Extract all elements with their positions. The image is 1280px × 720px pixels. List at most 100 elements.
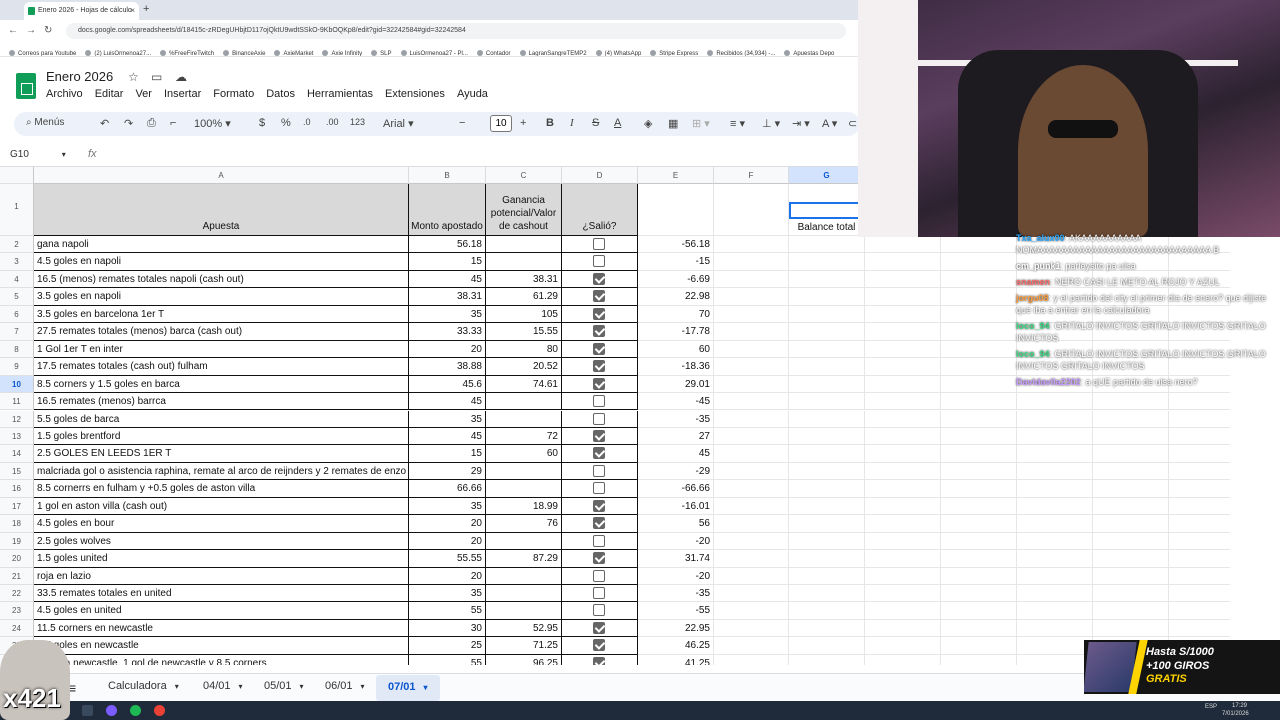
bet-description-cell[interactable]: 2.5 goles wolves [34, 532, 409, 551]
app-icon[interactable] [106, 705, 117, 716]
cell[interactable] [789, 375, 865, 394]
cell[interactable] [1017, 637, 1093, 655]
bet-description-cell[interactable]: 11.5 corners en newcastle [34, 619, 409, 638]
row-header[interactable]: 3 [0, 253, 34, 271]
close-tab-icon[interactable]: × [130, 6, 135, 15]
cashout-cell[interactable]: 38.31 [486, 270, 562, 289]
move-folder-icon[interactable]: ▭ [151, 70, 162, 84]
cell[interactable] [865, 253, 941, 271]
result-cell[interactable] [562, 637, 638, 655]
balance-cell[interactable]: -6.69 [638, 270, 714, 289]
row-header[interactable]: 2 [0, 236, 34, 254]
cell[interactable] [865, 375, 941, 394]
menus-search[interactable]: ⌕ Menús [26, 117, 64, 128]
horizontal-align-icon[interactable]: ≡ ▾ [730, 117, 745, 130]
row-header[interactable]: 8 [0, 340, 34, 359]
cell[interactable] [714, 515, 789, 533]
cell[interactable] [714, 340, 789, 359]
cashout-cell[interactable]: 61.29 [486, 288, 562, 306]
checkbox-checked[interactable] [593, 639, 605, 652]
amount-cell[interactable]: 38.31 [409, 288, 486, 306]
result-cell[interactable] [562, 358, 638, 376]
cell[interactable] [714, 393, 789, 411]
redo-icon[interactable]: ↷ [124, 117, 133, 130]
checkbox-unchecked[interactable] [593, 587, 605, 599]
cell[interactable] [714, 497, 789, 516]
paint-format-icon[interactable]: ⌐ [170, 117, 176, 129]
chevron-down-icon[interactable]: ▾ [239, 682, 243, 691]
currency-format-button[interactable]: $ [259, 117, 265, 129]
cell[interactable] [941, 375, 1017, 394]
cell[interactable] [714, 236, 789, 254]
cell[interactable] [1017, 567, 1093, 585]
result-cell[interactable] [562, 550, 638, 568]
amount-cell[interactable]: 35 [409, 585, 486, 603]
increase-decimal-button[interactable]: .00 [326, 117, 339, 127]
bookmark-item[interactable]: Axie Infinity [322, 50, 362, 56]
cell[interactable] [941, 393, 1017, 411]
cell[interactable] [1169, 445, 1230, 463]
cell[interactable] [1017, 480, 1093, 498]
url-field[interactable]: docs.google.com/spreadsheets/d/18415c-zR… [66, 23, 846, 39]
cashout-cell[interactable]: 15.55 [486, 323, 562, 341]
sheet-tab-04-01[interactable]: 04/01 ▾ [203, 680, 243, 692]
text-rotation-icon[interactable]: A ▾ [822, 117, 837, 130]
cashout-cell[interactable] [486, 236, 562, 254]
reload-icon[interactable]: ↻ [44, 25, 52, 36]
amount-cell[interactable]: 45 [409, 270, 486, 289]
result-cell[interactable] [562, 270, 638, 289]
chevron-down-icon[interactable]: ▾ [300, 682, 304, 691]
balance-cell[interactable]: 45 [638, 445, 714, 463]
sheet-tab-07-01[interactable]: 07/01 ▾ [376, 675, 440, 701]
amount-cell[interactable]: 29 [409, 462, 486, 481]
cell[interactable] [941, 323, 1017, 341]
cashout-cell[interactable]: 20.52 [486, 358, 562, 376]
cell[interactable] [714, 184, 789, 236]
result-cell[interactable] [562, 515, 638, 533]
bet-description-cell[interactable]: 16.5 remates (menos) barrca [34, 393, 409, 411]
cell[interactable] [865, 410, 941, 428]
bet-description-cell[interactable]: 4.5 goles en napoli [34, 253, 409, 271]
bet-description-cell[interactable]: 1 Gol 1er T en inter [34, 340, 409, 359]
cell[interactable] [941, 305, 1017, 324]
cell[interactable] [714, 288, 789, 306]
chrome-icon[interactable] [154, 705, 165, 716]
cell[interactable] [1169, 550, 1230, 568]
bookmark-item[interactable]: AxieMarket [274, 50, 313, 56]
menu-archivo[interactable]: Archivo [46, 88, 83, 100]
balance-cell[interactable]: -66.66 [638, 480, 714, 498]
result-cell[interactable] [562, 253, 638, 271]
chevron-down-icon[interactable]: ▾ [424, 683, 428, 692]
text-color-icon[interactable]: A [614, 117, 621, 129]
cell[interactable] [789, 323, 865, 341]
sheet-tab-05-01[interactable]: 05/01 ▾ [264, 680, 304, 692]
cell[interactable] [865, 654, 941, 665]
column-header-g[interactable]: G [789, 167, 865, 184]
checkbox-unchecked[interactable] [593, 395, 605, 408]
cell[interactable] [865, 445, 941, 463]
bet-description-cell[interactable]: 1.5 goles united [34, 550, 409, 568]
bet-description-cell[interactable]: empata newcastle, 1 gol de newcastle y 8… [34, 654, 409, 665]
bet-description-cell[interactable]: 8.5 corners y 1.5 goles en barca [34, 375, 409, 394]
balance-cell[interactable]: -16.01 [638, 497, 714, 516]
cell[interactable] [714, 480, 789, 498]
cashout-cell[interactable] [486, 567, 562, 585]
cell[interactable] [1017, 619, 1093, 638]
cell[interactable] [1169, 533, 1230, 551]
checkbox-unchecked[interactable] [593, 569, 605, 582]
cell[interactable] [941, 445, 1017, 463]
bookmark-item[interactable]: (4) WhatsApp [596, 50, 642, 56]
back-icon[interactable]: ← [8, 25, 18, 36]
checkbox-unchecked[interactable] [593, 464, 605, 477]
cell[interactable] [941, 532, 1017, 551]
amount-cell[interactable]: 25 [409, 637, 486, 655]
cashout-cell[interactable] [486, 393, 562, 411]
amount-cell[interactable]: 55 [409, 654, 486, 665]
result-cell[interactable] [562, 375, 638, 394]
checkbox-checked[interactable] [593, 621, 605, 634]
cell[interactable] [865, 480, 941, 498]
bet-description-cell[interactable]: 2.5 GOLES EN LEEDS 1ER T [34, 445, 409, 463]
cell[interactable] [865, 567, 941, 585]
fill-color-icon[interactable]: ◈ [644, 117, 652, 130]
balance-cell[interactable]: 22.95 [638, 619, 714, 638]
